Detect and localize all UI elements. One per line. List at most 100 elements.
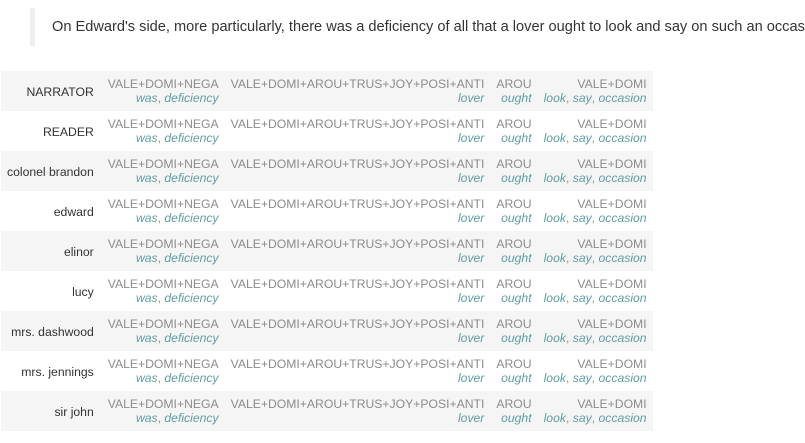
character-name: edward xyxy=(53,205,94,219)
table-row: READER VALE+DOMI+NEGA was, deficiency VALE+… xyxy=(1,111,653,151)
emotion-cell: VALE+DOMI+AROU+TRUS+JOY+POSI+ANTI lover xyxy=(225,151,491,191)
trigger-word: ought xyxy=(501,251,532,265)
trigger-word: look xyxy=(543,411,566,425)
trigger-word: was xyxy=(135,251,158,265)
trigger-word: ought xyxy=(501,171,532,185)
trigger-words: ought xyxy=(496,331,532,345)
trigger-words: lover xyxy=(231,331,485,345)
emotion-labels: AROU xyxy=(496,157,532,171)
emotion-cell: VALE+DOMI look, say, occasion xyxy=(538,71,653,111)
trigger-word: was xyxy=(135,91,158,105)
emotion-cell: VALE+DOMI+NEGA was, deficiency xyxy=(102,231,225,271)
trigger-words: was, deficiency xyxy=(135,411,219,425)
character-name: mrs. dashwood xyxy=(11,325,94,339)
trigger-word: lover xyxy=(457,211,485,225)
trigger-word: lover xyxy=(457,171,485,185)
trigger-words: look, say, occasion xyxy=(543,91,647,105)
emotion-labels: VALE+DOMI xyxy=(577,317,647,331)
trigger-word: deficiency xyxy=(164,131,219,145)
emotion-labels: VALE+DOMI xyxy=(577,197,647,211)
emotion-labels: VALE+DOMI+AROU+TRUS+JOY+POSI+ANTI xyxy=(230,197,485,211)
trigger-words: was, deficiency xyxy=(135,371,219,385)
character-name: READER xyxy=(42,125,94,139)
trigger-word: look xyxy=(543,171,566,185)
trigger-words: lover xyxy=(231,131,485,145)
trigger-words: ought xyxy=(496,411,532,425)
trigger-word: deficiency xyxy=(164,411,219,425)
emotion-labels: AROU xyxy=(496,277,532,291)
trigger-words: ought xyxy=(496,171,532,185)
trigger-words: lover xyxy=(231,91,484,105)
table-row: mrs. jennings VALE+DOMI+NEGA was, deficien… xyxy=(1,351,653,391)
trigger-word: lover xyxy=(457,131,485,145)
emotion-cell: VALE+DOMI+AROU+TRUS+JOY+POSI+ANTI lover xyxy=(225,391,491,431)
sentence-quote: On Edward's side, more particularly, the… xyxy=(30,8,805,46)
emotion-cell: AROU ought xyxy=(490,271,537,311)
trigger-words: look, say, occasion xyxy=(543,291,647,305)
trigger-word: was xyxy=(135,291,158,305)
trigger-words: was, deficiency xyxy=(135,131,219,145)
trigger-word: deficiency xyxy=(164,291,219,305)
trigger-word: was xyxy=(135,371,158,385)
trigger-words: look, say, occasion xyxy=(543,171,647,185)
trigger-word: was xyxy=(135,331,158,345)
trigger-word: deficiency xyxy=(164,251,219,265)
trigger-words: ought xyxy=(496,131,532,145)
emotion-cell: VALE+DOMI look, say, occasion xyxy=(538,311,653,351)
emotion-cell: VALE+DOMI look, say, occasion xyxy=(538,191,653,231)
emotion-cell: AROU ought xyxy=(490,71,537,111)
trigger-word: ought xyxy=(501,91,532,105)
trigger-word: occasion xyxy=(598,251,647,265)
trigger-word: say xyxy=(572,131,592,145)
emotion-labels: AROU xyxy=(496,77,532,91)
trigger-words: was, deficiency xyxy=(135,91,219,105)
trigger-words: ought xyxy=(496,251,532,265)
emotion-cell: VALE+DOMI+NEGA was, deficiency xyxy=(102,151,225,191)
trigger-words: was, deficiency xyxy=(135,331,219,345)
trigger-word: occasion xyxy=(598,91,647,105)
emotion-cell: AROU ought xyxy=(490,111,537,151)
trigger-word: deficiency xyxy=(164,171,219,185)
character-emotion-table: NARRATOR VALE+DOMI+NEGA was, deficiency VAL… xyxy=(1,71,653,431)
emotion-labels: VALE+DOMI xyxy=(577,277,647,291)
table-row: sir john VALE+DOMI+NEGA was, deficiency VAL… xyxy=(1,391,653,431)
emotion-labels: VALE+DOMI xyxy=(577,397,647,411)
emotion-cell: AROU ought xyxy=(490,351,537,391)
trigger-word: occasion xyxy=(598,211,647,225)
trigger-word: say xyxy=(572,411,592,425)
trigger-words: was, deficiency xyxy=(135,251,219,265)
table-row: elinor VALE+DOMI+NEGA was, deficiency VALE+… xyxy=(1,231,653,271)
emotion-labels: VALE+DOMI+AROU+TRUS+JOY+POSI+ANTI xyxy=(230,117,485,131)
emotion-cell: VALE+DOMI look, say, occasion xyxy=(538,111,653,151)
trigger-words: lover xyxy=(231,211,485,225)
trigger-word: occasion xyxy=(598,371,647,385)
emotion-cell: VALE+DOMI+AROU+TRUS+JOY+POSI+ANTI lover xyxy=(225,351,491,391)
emotion-labels: VALE+DOMI+NEGA xyxy=(107,277,219,291)
table-row: lucy VALE+DOMI+NEGA was, deficiency VALE+DO… xyxy=(1,271,653,311)
emotion-cell: VALE+DOMI+AROU+TRUS+JOY+POSI+ANTI lover xyxy=(225,191,491,231)
trigger-words: lover xyxy=(231,291,484,305)
emotion-cell: AROU ought xyxy=(490,231,537,271)
trigger-words: was, deficiency xyxy=(135,171,219,185)
emotion-cell: VALE+DOMI+NEGA was, deficiency xyxy=(102,191,225,231)
emotion-labels: VALE+DOMI+AROU+TRUS+JOY+POSI+ANTI xyxy=(230,77,485,91)
character-name: lucy xyxy=(72,285,94,299)
emotion-cell: VALE+DOMI look, say, occasion xyxy=(538,351,653,391)
sentence-text: On Edward's side, more particularly, the… xyxy=(52,19,805,35)
trigger-word: lover xyxy=(457,331,485,345)
emotion-labels: AROU xyxy=(496,357,532,371)
trigger-word: ought xyxy=(501,331,532,345)
trigger-word: say xyxy=(572,331,592,345)
trigger-word: say xyxy=(572,251,592,265)
trigger-words: lover xyxy=(231,251,484,265)
emotion-labels: VALE+DOMI xyxy=(577,77,647,91)
emotion-cell: VALE+DOMI look, say, occasion xyxy=(538,231,653,271)
emotion-labels: AROU xyxy=(496,397,532,411)
trigger-word: deficiency xyxy=(164,211,219,225)
trigger-word: say xyxy=(572,291,592,305)
emotion-labels: VALE+DOMI xyxy=(577,117,647,131)
trigger-words: ought xyxy=(496,291,532,305)
trigger-word: ought xyxy=(501,371,532,385)
trigger-words: lover xyxy=(231,371,484,385)
trigger-word: say xyxy=(572,91,592,105)
